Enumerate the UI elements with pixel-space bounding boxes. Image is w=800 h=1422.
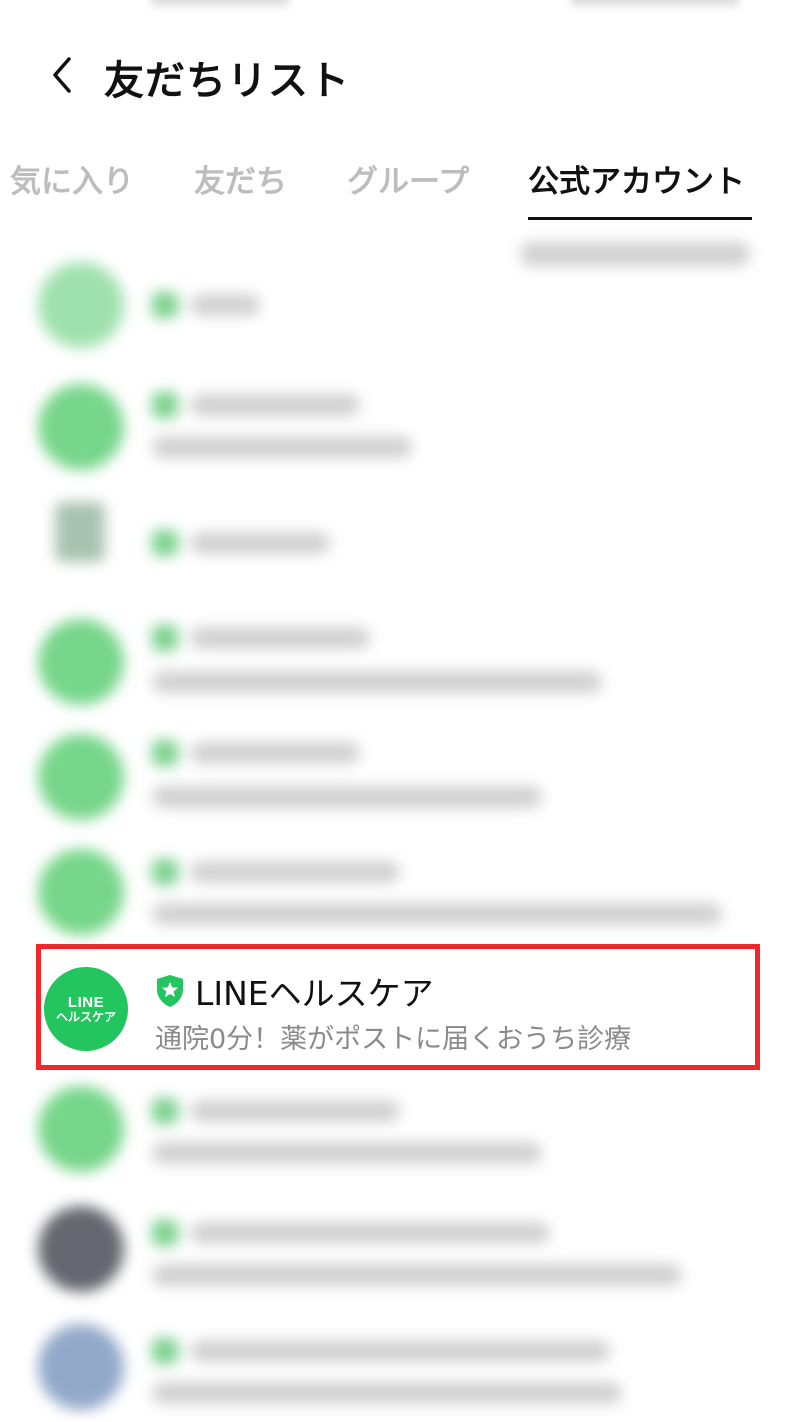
blurred-top-fragment xyxy=(150,0,290,6)
account-name: LINEヘルスケア xyxy=(195,974,434,1013)
avatar: LINE ヘルスケア xyxy=(44,967,128,1051)
back-button[interactable] xyxy=(40,50,84,100)
tab-groups[interactable]: グループ xyxy=(347,150,469,220)
logo-line-2: ヘルスケア xyxy=(55,1009,116,1024)
blurred-account-list-top xyxy=(0,222,800,942)
page-title: 友だちリスト xyxy=(104,58,350,104)
chevron-left-icon xyxy=(53,57,71,93)
item-name-row: LINEヘルスケア xyxy=(155,969,434,1013)
blurred-top-fragment xyxy=(570,0,740,6)
verified-shield-icon xyxy=(157,975,183,1007)
logo-line-1: LINE xyxy=(67,993,105,1011)
header-bar: 友だちリスト xyxy=(0,40,800,110)
blurred-account-list-bottom xyxy=(0,1080,800,1422)
tab-friends[interactable]: 友だち xyxy=(194,150,287,220)
friends-list-screen: 友だちリスト 気に入り 友だち グループ 公式アカウント LINE ヘルスケア … xyxy=(0,0,800,1422)
tab-bar: 気に入り 友だち グループ 公式アカウント xyxy=(0,150,800,222)
tab-favorites[interactable]: 気に入り xyxy=(10,150,134,220)
official-account-item-line-healthcare[interactable]: LINE ヘルスケア LINEヘルスケア 通院0分！薬がポストに届くおうち診療 xyxy=(36,944,760,1070)
tab-official-accounts[interactable]: 公式アカウント xyxy=(528,150,752,220)
account-description: 通院0分！薬がポストに届くおうち診療 xyxy=(155,1024,632,1055)
